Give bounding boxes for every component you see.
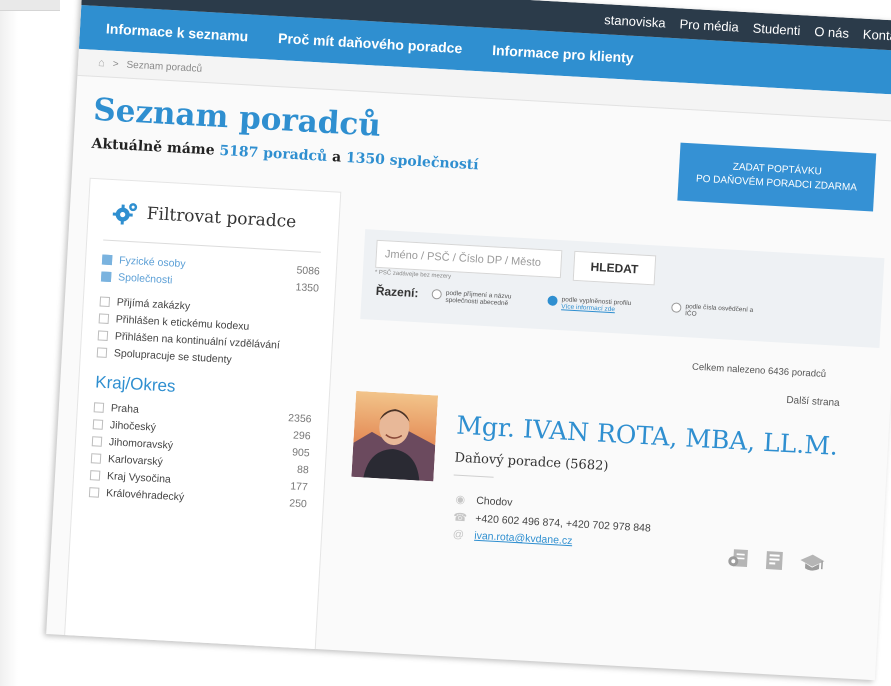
advisor-divider [453, 474, 494, 478]
region-label: Jihočeský [109, 418, 157, 434]
top-link-media[interactable]: Pro média [679, 16, 739, 34]
top-link-students[interactable]: Studenti [752, 20, 800, 38]
accepts-orders-icon [728, 549, 748, 567]
radio-icon[interactable] [431, 288, 443, 300]
region-count: 905 [291, 445, 311, 459]
radio-selected-icon[interactable] [547, 295, 558, 306]
subtitle-prefix: Aktuálně máme [91, 135, 216, 159]
companies-count: 1350 společností [345, 149, 479, 174]
region-count: 296 [292, 428, 311, 442]
sort-option-certificate[interactable]: podle čísla osvědčení a IČO [671, 302, 753, 321]
top-link-stanoviska[interactable]: stanoviska [604, 12, 666, 30]
previous-page-corner [0, 0, 60, 11]
sort-option-alphabetical[interactable]: podle příjmení a názvu společnosti abeced… [431, 288, 512, 307]
nav-item-client-info[interactable]: Informace pro klienty [492, 42, 634, 66]
region-label: Jihomoravský [108, 435, 174, 452]
advisor-photo[interactable] [351, 390, 439, 482]
sort-option-text: IČO [684, 310, 697, 318]
region-count: 250 [288, 496, 308, 510]
subtitle-mid: a [331, 149, 342, 166]
checkbox-icon[interactable] [91, 435, 103, 447]
nav-item-why-advisor[interactable]: Proč mít daňového poradce [278, 30, 463, 56]
page-title: Seznam poradců [92, 91, 382, 144]
advisor-city: Chodov [475, 494, 513, 509]
page-fold-shadow [0, 0, 18, 686]
gears-icon [112, 203, 138, 225]
filter-type-label: Společnosti [117, 270, 173, 286]
location-pin-icon: ◉ [455, 493, 466, 507]
region-label: Praha [110, 401, 140, 416]
region-label: Karlovarský [107, 452, 164, 468]
region-count: 177 [289, 479, 309, 493]
filter-type-count: 1350 [295, 280, 320, 295]
checkbox-icon[interactable] [93, 401, 105, 413]
breadcrumb-current: Seznam poradců [126, 59, 203, 75]
phone-icon: ☎ [452, 511, 468, 525]
advisor-email[interactable]: ivan.rota@kvdane.cz [474, 530, 573, 547]
filter-type-label: Fyzické osoby [118, 253, 186, 270]
advisor-badges [727, 548, 826, 573]
graduation-cap-icon [800, 554, 825, 571]
checkbox-icon[interactable] [96, 346, 108, 358]
home-icon[interactable]: ⌂ [98, 57, 105, 69]
filter-header: Filtrovat poradce [88, 179, 341, 247]
checkbox-checked-icon[interactable] [100, 270, 112, 282]
breadcrumb-separator: > [112, 58, 119, 70]
advisor-portrait-image [351, 390, 439, 482]
sort-option-profile[interactable]: podle vyplněnosti profilu Více informací … [547, 295, 631, 314]
checkbox-icon[interactable] [89, 469, 101, 481]
nav-item-list-info[interactable]: Informace k seznamu [106, 20, 249, 44]
advisor-email-row: @ ivan.rota@kvdane.cz [452, 528, 573, 548]
checkbox-icon[interactable] [92, 418, 104, 430]
advisor-card: Mgr. IVAN ROTA, MBA, LL.M. Daňový poradc… [345, 390, 875, 620]
checkbox-icon[interactable] [90, 452, 102, 464]
checkbox-icon[interactable] [88, 486, 100, 498]
checkbox-checked-icon[interactable] [101, 254, 113, 265]
checkbox-icon[interactable] [97, 329, 109, 341]
ethics-code-icon [765, 551, 783, 570]
filter-panel: Filtrovat poradce Fyzické osoby 5086 Spo… [63, 177, 342, 664]
region-count: 88 [296, 463, 310, 476]
advisor-role: Daňový poradce (5682) [454, 450, 609, 475]
filter-type-count: 5086 [296, 263, 321, 278]
page-subtitle: Aktuálně máme 5187 poradců a 1350 společ… [91, 136, 479, 174]
advisor-city-row: ◉ Chodov [454, 493, 513, 509]
filter-title: Filtrovat poradce [146, 203, 297, 233]
top-link-contact[interactable]: Konta [863, 27, 891, 44]
sort-label: Řazení: [375, 283, 419, 301]
next-page-link[interactable]: Další strana [786, 395, 840, 409]
region-label: Kraj Vysočina [106, 469, 172, 486]
search-button[interactable]: HLEDAT [572, 250, 657, 286]
filter-option-label: Přijímá zakázky [116, 295, 191, 312]
results-total: Celkem nalezeno 6436 poradců [691, 361, 827, 381]
top-link-about[interactable]: O nás [814, 24, 849, 41]
request-advisor-button[interactable]: ZADAT POPTÁVKU PO DAŇOVÉM PORADCI ZDARMA [677, 142, 877, 212]
search-panel: Jméno / PSČ / Číslo DP / Město HLEDAT * … [360, 229, 885, 349]
checkbox-icon[interactable] [99, 295, 111, 307]
checkbox-icon[interactable] [98, 312, 110, 324]
radio-icon[interactable] [671, 302, 682, 313]
at-sign-icon: @ [452, 528, 465, 542]
region-label: Královéhradecký [105, 486, 185, 503]
advisors-count: 5187 poradců [218, 142, 328, 165]
region-count: 2356 [287, 411, 312, 425]
website-screenshot: stanoviska Pro média Studenti O nás Kont… [46, 0, 891, 681]
